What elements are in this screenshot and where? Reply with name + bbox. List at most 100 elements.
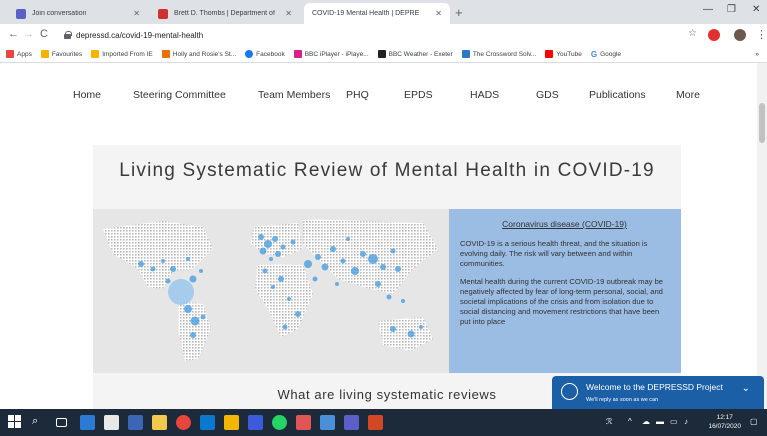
- tab-brett-thombs[interactable]: Brett D. Thombs | Department of ✕: [150, 3, 300, 24]
- web-page: Home Steering Committee Team Members PHQ…: [0, 63, 767, 409]
- bookmark-label: YouTube: [556, 50, 582, 58]
- back-icon[interactable]: ←: [8, 28, 19, 40]
- bookmark-label: Google: [600, 50, 622, 58]
- google-icon: G: [590, 49, 598, 59]
- bookmark-star-icon[interactable]: ☆: [688, 28, 697, 39]
- task-view-icon[interactable]: [56, 418, 67, 427]
- sticky-notes-icon[interactable]: [224, 415, 239, 430]
- whatsapp-icon[interactable]: [272, 415, 287, 430]
- bookmark-label: BBC iPlayer - iPlaye...: [304, 50, 369, 58]
- nav-team-members[interactable]: Team Members: [258, 89, 330, 101]
- scrollbar-thumb[interactable]: [759, 103, 765, 143]
- nav-phq[interactable]: PHQ: [346, 89, 369, 101]
- covid-spread-map-graphic: [103, 219, 438, 361]
- restore-icon[interactable]: ❐: [727, 4, 736, 15]
- nav-steering-committee[interactable]: Steering Committee: [133, 89, 226, 101]
- store-icon[interactable]: [104, 415, 119, 430]
- bookmark-bbc-weather[interactable]: BBC Weather - Exeter: [377, 50, 453, 58]
- bookmark-favourites[interactable]: Favourites: [40, 50, 82, 58]
- chrome-icon[interactable]: [176, 415, 191, 430]
- shield-app-icon[interactable]: [296, 415, 311, 430]
- bookmark-facebook[interactable]: Facebook: [245, 50, 285, 58]
- bookmark-crossword[interactable]: The Crossword Solv...: [461, 50, 536, 58]
- close-icon[interactable]: ✕: [133, 9, 140, 18]
- people-icon[interactable]: ℛ: [606, 417, 612, 426]
- tray-chevron-icon[interactable]: ^: [628, 417, 632, 426]
- tab-title: Brett D. Thombs | Department of: [174, 10, 275, 17]
- search-icon[interactable]: ⌕: [32, 415, 47, 430]
- bookmark-label: Apps: [17, 50, 32, 58]
- chat-subtitle: We'll reply as soon as we can: [586, 397, 659, 403]
- bookmark-holly-rosie[interactable]: Holly and Rosie's St...: [161, 50, 237, 58]
- en-app-icon[interactable]: [248, 415, 263, 430]
- nav-publications[interactable]: Publications: [589, 89, 646, 101]
- folder-icon: [91, 50, 100, 58]
- profile-avatar[interactable]: [734, 29, 746, 41]
- mail-icon[interactable]: [320, 415, 335, 430]
- close-icon[interactable]: ✕: [285, 9, 292, 18]
- nav-epds[interactable]: EPDS: [404, 89, 433, 101]
- bookmark-youtube[interactable]: YouTube: [545, 50, 582, 58]
- outlook-icon[interactable]: [200, 415, 215, 430]
- bookmark-google[interactable]: G Google: [591, 50, 621, 59]
- nav-hads[interactable]: HADS: [470, 89, 499, 101]
- nav-gds[interactable]: GDS: [536, 89, 559, 101]
- window-close-icon[interactable]: ✕: [752, 4, 760, 15]
- page-scrollbar[interactable]: [757, 63, 767, 409]
- bookmark-label: Holly and Rosie's St...: [172, 50, 237, 58]
- iplayer-icon: [293, 50, 302, 58]
- site-nav: Home Steering Committee Team Members PHQ…: [56, 81, 716, 109]
- facebook-icon: [245, 50, 254, 58]
- tab-join-conversation[interactable]: Join conversation ✕: [8, 3, 148, 24]
- covid-info-box: Coronavirus disease (COVID-19) COVID-19 …: [449, 209, 681, 373]
- file-explorer-icon[interactable]: [152, 415, 167, 430]
- url-text: depressd.ca/covid-19-mental-health: [76, 30, 204, 40]
- chat-bubble-icon: [561, 383, 578, 400]
- network-icon[interactable]: ▭: [670, 417, 678, 426]
- teams-taskbar-icon[interactable]: [344, 415, 359, 430]
- minimize-icon[interactable]: —: [703, 4, 713, 15]
- bookmark-iplayer[interactable]: BBC iPlayer - iPlaye...: [293, 50, 369, 58]
- forward-icon[interactable]: →: [23, 28, 34, 40]
- coronavirus-link[interactable]: Coronavirus disease (COVID-19): [460, 219, 669, 229]
- notifications-icon[interactable]: ▢: [750, 417, 758, 426]
- info-paragraph-1: COVID-19 is a serious health threat, and…: [460, 239, 648, 268]
- chevron-down-icon[interactable]: ⌄: [742, 383, 750, 394]
- chat-widget[interactable]: Welcome to the DEPRESSD Project We'll re…: [552, 376, 764, 409]
- menu-icon[interactable]: ⋮: [756, 28, 767, 41]
- tab-title: Join conversation: [32, 10, 87, 17]
- bookmark-imported[interactable]: Imported From IE: [91, 50, 153, 58]
- nav-home[interactable]: Home: [73, 89, 101, 101]
- apps-grid-icon: [6, 50, 14, 58]
- more-bookmarks-icon[interactable]: »: [755, 51, 759, 58]
- volume-icon[interactable]: ♪: [684, 417, 688, 426]
- page-title: Living Systematic Review of Mental Healt…: [119, 160, 655, 181]
- tab-strip: Join conversation ✕ Brett D. Thombs | De…: [0, 0, 767, 24]
- tab-covid-mental-health[interactable]: COVID-19 Mental Health | DEPRE ✕: [304, 3, 450, 24]
- blogger-icon: [161, 50, 170, 58]
- bookmark-label: Facebook: [256, 50, 285, 58]
- info-paragraph-2: Mental health during the current COVID-1…: [460, 277, 664, 326]
- bookmark-apps[interactable]: Apps: [6, 50, 32, 58]
- close-icon[interactable]: ✕: [435, 9, 442, 18]
- bookmark-label: Imported From IE: [102, 50, 153, 58]
- mcgill-icon: [158, 8, 168, 19]
- tab-title: COVID-19 Mental Health | DEPRE: [312, 10, 420, 17]
- powerpoint-icon[interactable]: [368, 415, 383, 430]
- world-map-image: [93, 209, 449, 373]
- browser-toolbar: ← → C depressd.ca/covid-19-mental-health…: [0, 24, 767, 46]
- chat-title: Welcome to the DEPRESSD Project: [586, 382, 723, 392]
- e-app-icon[interactable]: [128, 415, 143, 430]
- edge-icon[interactable]: [80, 415, 95, 430]
- adblock-icon[interactable]: [708, 29, 720, 41]
- system-clock[interactable]: 12:17 16/07/2020: [708, 413, 741, 431]
- windows-start-icon[interactable]: [8, 415, 23, 430]
- bookmarks-bar: Apps Favourites Imported From IE Holly a…: [0, 46, 767, 63]
- new-tab-button[interactable]: +: [455, 5, 463, 20]
- bookmark-label: BBC Weather - Exeter: [388, 50, 453, 58]
- onedrive-icon[interactable]: ☁: [642, 417, 650, 426]
- nav-more[interactable]: More: [676, 89, 700, 101]
- battery-icon[interactable]: ▬: [656, 417, 664, 426]
- reload-icon[interactable]: C: [40, 28, 48, 40]
- address-bar[interactable]: depressd.ca/covid-19-mental-health: [64, 27, 654, 43]
